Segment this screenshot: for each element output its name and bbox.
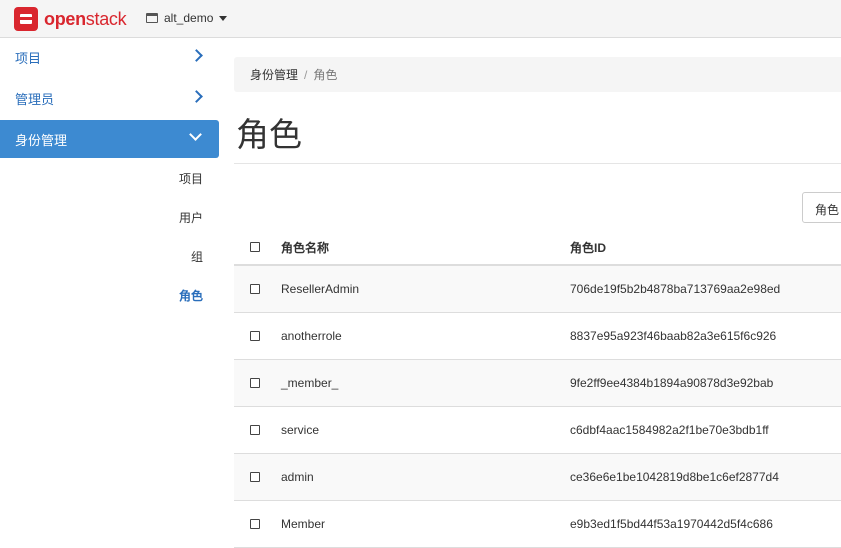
table-row: ResellerAdmin 706de19f5b2b4878ba713769aa…: [234, 266, 841, 313]
role-id: e9b3ed1f5bd44f53a1970442d5f4c686: [570, 517, 773, 531]
roles-table: 角色名称 角色ID ResellerAdmin 706de19f5b2b4878…: [234, 230, 841, 548]
role-name: admin: [281, 470, 314, 484]
table-row: admin ce36e6e1be1042819d8be1c6ef2877d4: [234, 454, 841, 501]
page-title: 角色: [236, 116, 302, 153]
select-all-checkbox[interactable]: [250, 242, 260, 252]
row-checkbox[interactable]: [250, 284, 260, 294]
title-divider: [234, 163, 841, 164]
table-row: _member_ 9fe2ff9ee4384b1894a90878d3e92ba…: [234, 360, 841, 407]
sidebar-item-label: 身份管理: [15, 132, 68, 148]
role-id: c6dbf4aac1584982a2f1be70e3bdb1ff: [570, 423, 769, 437]
chevron-down-icon: [189, 128, 202, 141]
breadcrumb: 身份管理 / 角色: [234, 57, 841, 92]
row-checkbox[interactable]: [250, 425, 260, 435]
brand-name-part1: open: [44, 8, 86, 29]
role-id: 9fe2ff9ee4384b1894a90878d3e92bab: [570, 376, 774, 390]
role-name: _member_: [281, 376, 339, 390]
table-header-row: 角色名称 角色ID: [234, 230, 841, 266]
filter-dropdown-button[interactable]: 角色: [802, 192, 841, 223]
role-name: service: [281, 423, 320, 437]
table-row: Member e9b3ed1f5bd44f53a1970442d5f4c686: [234, 501, 841, 548]
role-name: anotherrole: [281, 329, 342, 343]
row-checkbox[interactable]: [250, 472, 260, 482]
role-name: Member: [281, 517, 326, 531]
role-id: 8837e95a923f46baab82a3e615f6c926: [570, 329, 777, 343]
breadcrumb-current: 角色: [313, 68, 338, 82]
sidebar-item-label: 管理员: [15, 91, 55, 107]
row-checkbox[interactable]: [250, 519, 260, 529]
brand-logo-link[interactable]: openstack: [14, 6, 127, 32]
project-icon: [146, 13, 158, 23]
table-row: anotherrole 8837e95a923f46baab82a3e615f6…: [234, 313, 841, 360]
role-id: ce36e6e1be1042819d8be1c6ef2877d4: [570, 470, 779, 484]
sidebar-item-label: 项目: [15, 50, 42, 66]
sidebar-item-admin[interactable]: 管理员: [0, 79, 219, 117]
sidebar-item-identity[interactable]: 身份管理: [0, 120, 219, 158]
sidebar-subitem-groups[interactable]: 组: [191, 248, 203, 265]
column-header-id[interactable]: 角色ID: [570, 239, 606, 256]
role-id: 706de19f5b2b4878ba713769aa2e98ed: [570, 282, 781, 296]
breadcrumb-separator: /: [304, 67, 308, 82]
table-row: service c6dbf4aac1584982a2f1be70e3bdb1ff: [234, 407, 841, 454]
brand-name: openstack: [44, 8, 127, 30]
role-name: ResellerAdmin: [281, 282, 360, 296]
sidebar-subitem-roles[interactable]: 角色: [179, 287, 203, 304]
row-checkbox[interactable]: [250, 331, 260, 341]
project-dropdown[interactable]: alt_demo: [146, 11, 228, 25]
sidebar: 项目 管理员 身份管理 项目 用户 组 角色: [0, 38, 219, 543]
openstack-logo-icon: [14, 7, 38, 31]
project-name: alt_demo: [164, 11, 214, 25]
breadcrumb-parent[interactable]: 身份管理: [250, 66, 298, 83]
top-navbar: openstack alt_demo: [0, 0, 841, 38]
sidebar-subitem-users[interactable]: 用户: [179, 209, 203, 226]
sidebar-item-project[interactable]: 项目: [0, 38, 219, 76]
brand-name-part2: stack: [85, 8, 127, 29]
caret-down-icon: [219, 15, 228, 21]
row-checkbox[interactable]: [250, 378, 260, 388]
chevron-right-icon: [190, 90, 203, 103]
chevron-right-icon: [190, 49, 203, 62]
column-header-name[interactable]: 角色名称: [281, 239, 329, 256]
sidebar-subitem-projects[interactable]: 项目: [179, 170, 203, 187]
